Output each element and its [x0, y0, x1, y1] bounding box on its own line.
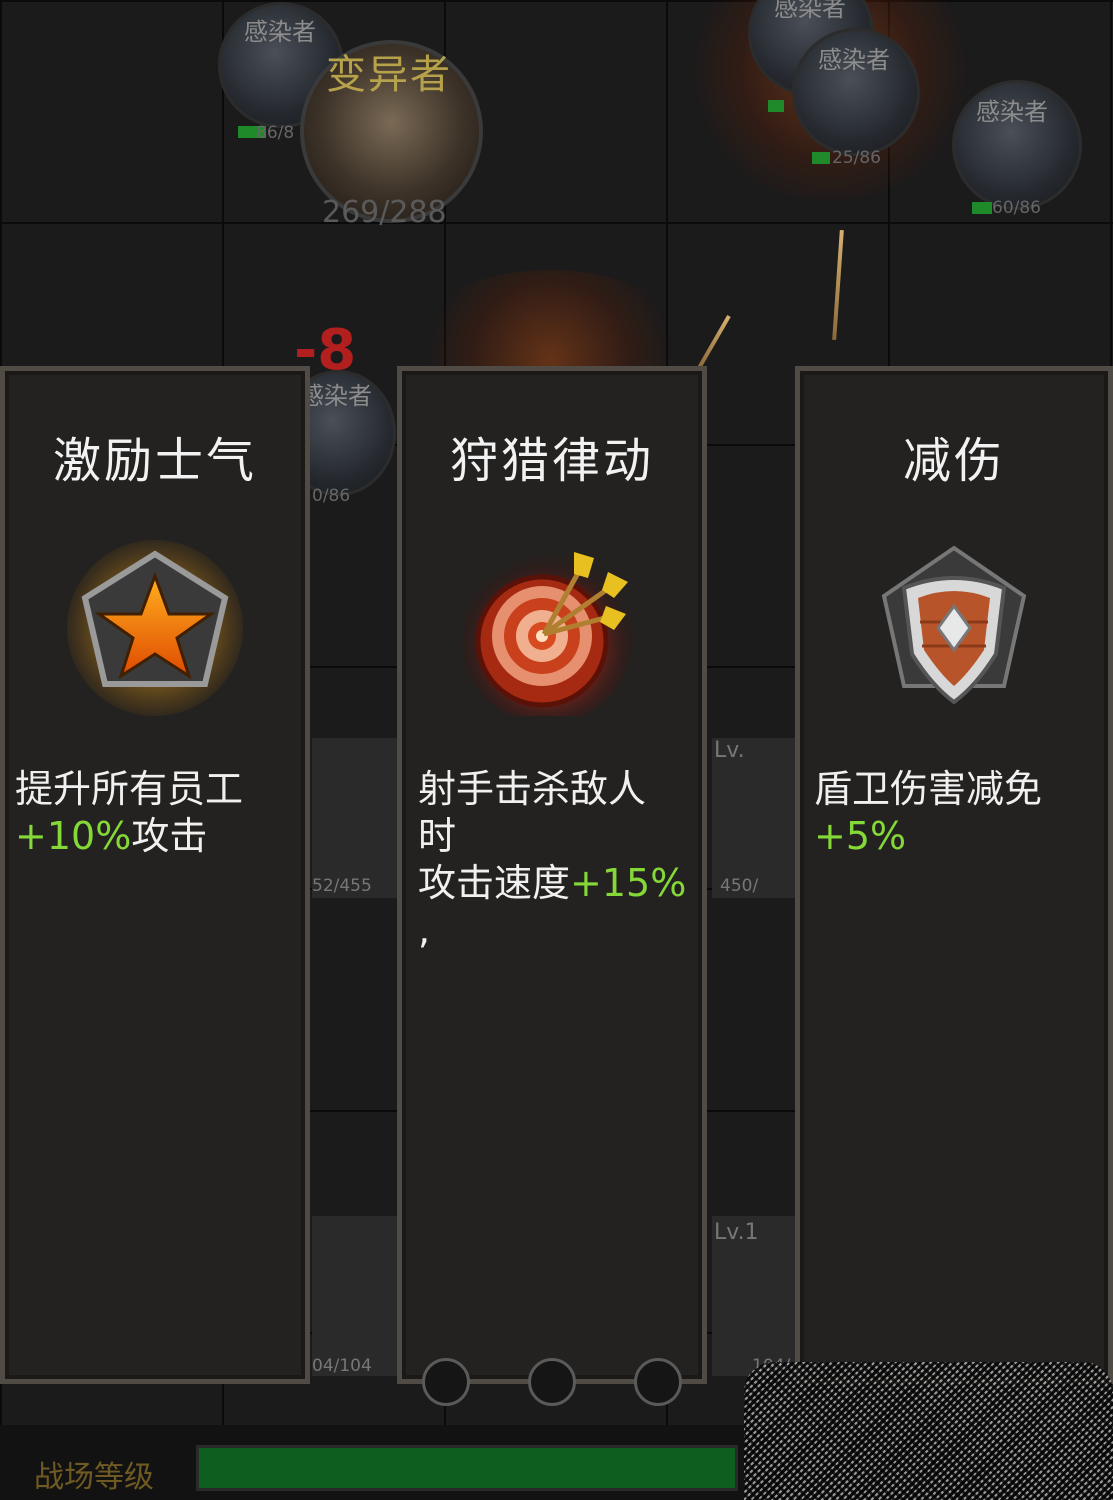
card-description: 射手击杀敌人 时 攻击速度+15% ,: [418, 766, 708, 954]
unit-level: Lv.1: [714, 1220, 759, 1245]
enemy-name: 感染者: [818, 46, 890, 74]
enemy-hp-bar: [972, 202, 992, 214]
desc-text: 攻击: [131, 814, 208, 858]
desc-text: 提升所有员工: [15, 767, 244, 811]
slot-indicator[interactable]: [528, 1358, 576, 1406]
desc-text: 攻击速度: [418, 861, 571, 905]
unit-slot[interactable]: [312, 1216, 402, 1376]
skill-card-damage-reduction[interactable]: 减伤 盾卫伤害减免 +5%: [795, 366, 1113, 1384]
boss-name: 变异者: [326, 52, 452, 98]
desc-text: 盾卫伤害减免: [814, 767, 1043, 811]
unit-hp: 450/: [720, 876, 759, 896]
bonus-value: +15%: [570, 861, 687, 905]
enemy-hp-bar: [812, 152, 830, 164]
unit-slot[interactable]: [312, 738, 402, 898]
slot-indicator[interactable]: [422, 1358, 470, 1406]
card-title: 激励士气: [52, 433, 257, 489]
obscured-region: [744, 1362, 1113, 1500]
skill-card-hunting[interactable]: 狩猎律动 射手击杀敌人 时 攻击速度+15% ,: [397, 366, 707, 1384]
enemy-hp-bar: [768, 100, 784, 112]
card-description: 提升所有员工 +10%攻击: [15, 766, 305, 860]
shield-icon: [881, 545, 1027, 705]
unit-hp: 52/455: [312, 876, 372, 896]
desc-text: 射手击杀敌人: [418, 767, 647, 811]
enemy-hp: 86/8: [256, 123, 295, 143]
enemy-hp: 0/86: [312, 486, 351, 506]
desc-text: ,: [418, 908, 431, 952]
enemy-name: 感染者: [774, 0, 846, 22]
unit-hp: 04/104: [312, 1356, 372, 1376]
card-title: 狩猎律动: [449, 433, 654, 489]
skill-card-morale[interactable]: 激励士气 提升所有员工 +10%攻击: [0, 366, 310, 1384]
card-title: 减伤: [902, 433, 1005, 489]
enemy-hp: 25/86: [832, 148, 881, 168]
star-pentagon-icon: [67, 540, 243, 716]
enemy-hp: 60/86: [992, 198, 1041, 218]
desc-text: 时: [418, 814, 457, 858]
battlefield-level-bar: [196, 1445, 738, 1491]
battlefield-level-label: 战场等级: [34, 1460, 154, 1495]
slot-indicator[interactable]: [634, 1358, 682, 1406]
bonus-value: +5%: [814, 814, 907, 858]
bonus-value: +10%: [15, 814, 132, 858]
enemy-name: 感染者: [976, 98, 1048, 126]
enemy-name: 感染者: [244, 18, 316, 46]
boss-hp: 269/288: [322, 195, 447, 230]
target-arrows-icon: [462, 552, 633, 716]
card-description: 盾卫伤害减免 +5%: [814, 766, 1104, 860]
unit-level: Lv.: [714, 738, 745, 763]
